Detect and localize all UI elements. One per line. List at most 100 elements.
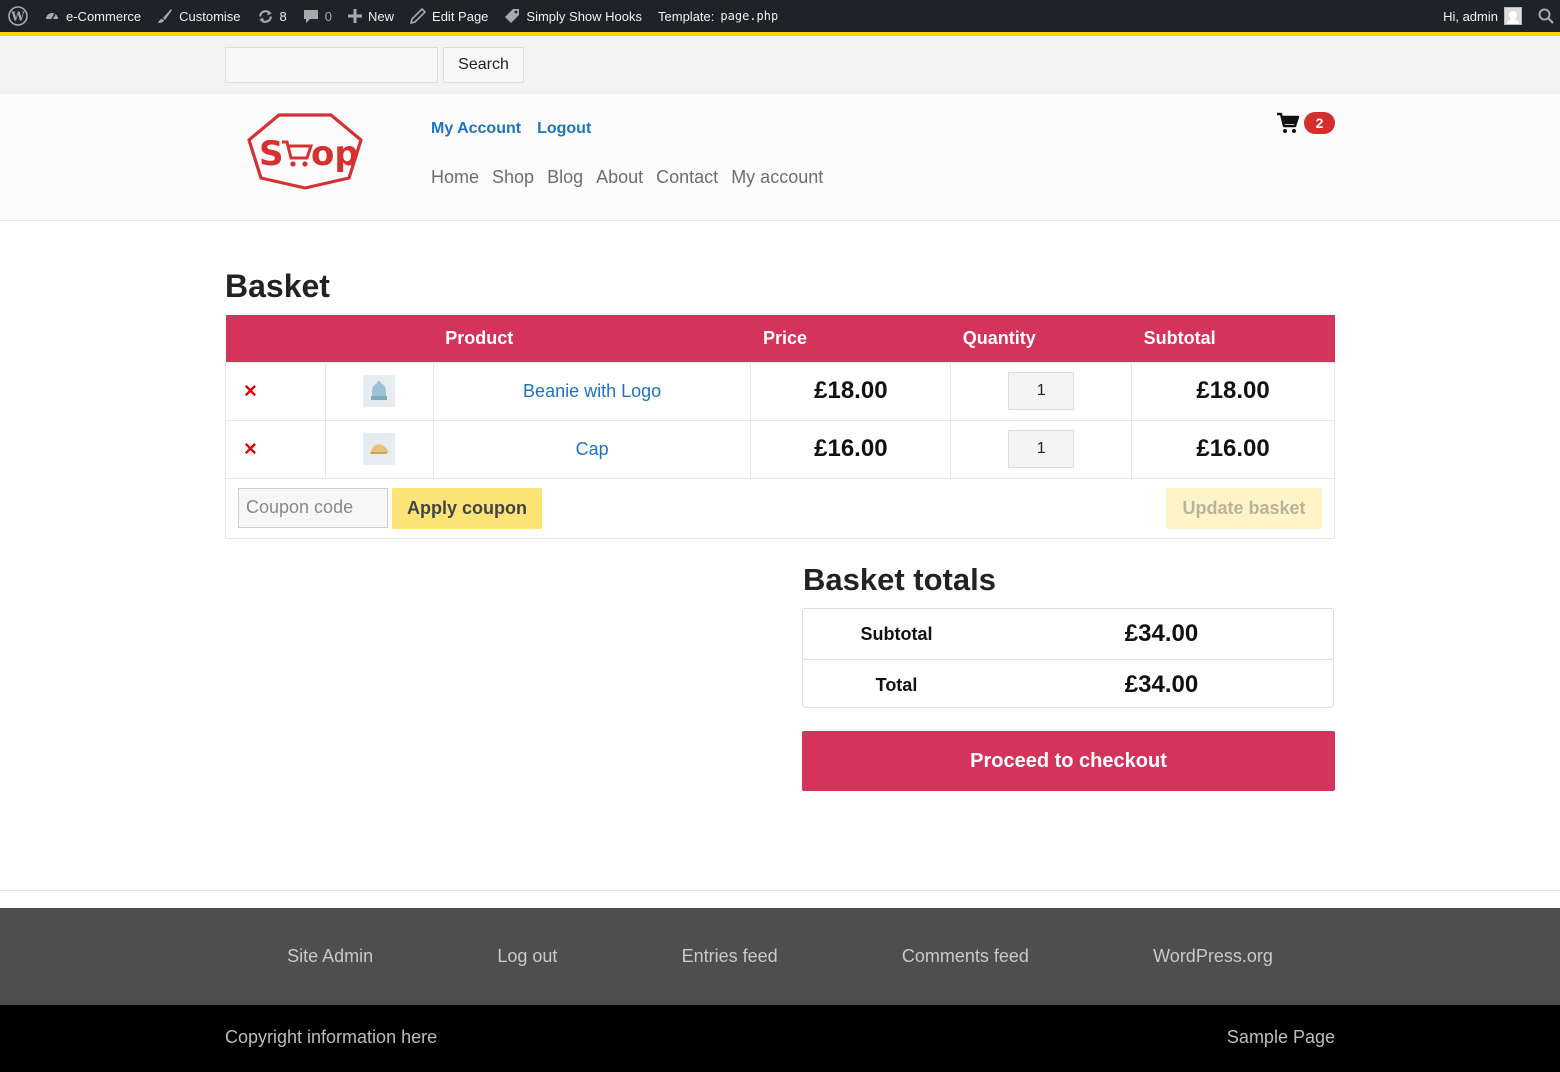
- total-label: Total: [875, 674, 918, 695]
- footer-bottom-bar: Copyright information here Sample Page: [0, 1005, 1560, 1072]
- item-subtotal: £18.00: [1196, 377, 1270, 404]
- basket-totals-table: Subtotal £34.00 Total £34.00: [802, 608, 1334, 708]
- pencil-icon: [410, 8, 427, 24]
- product-link[interactable]: Cap: [576, 439, 609, 459]
- footer-link-entries-feed[interactable]: Entries feed: [682, 946, 778, 967]
- hooks-label: Simply Show Hooks: [526, 8, 643, 24]
- header-cart[interactable]: 2: [1276, 111, 1335, 135]
- quantity-input[interactable]: 1: [1008, 372, 1075, 410]
- wordpress-logo-button[interactable]: W: [0, 0, 36, 32]
- remove-item-button[interactable]: ×: [244, 436, 257, 461]
- simply-show-hooks-link[interactable]: Simply Show Hooks: [496, 0, 650, 32]
- coupon-code-input[interactable]: Coupon code: [238, 487, 388, 528]
- nav-blog[interactable]: Blog: [547, 167, 583, 188]
- tag-icon: [505, 9, 520, 23]
- page-title: Basket: [225, 268, 330, 304]
- footer-link-comments-feed[interactable]: Comments feed: [902, 946, 1029, 967]
- total-value: £34.00: [1124, 671, 1199, 698]
- template-label: Template:: [658, 8, 715, 24]
- admin-bar: W e-Commerce Customise 8 0 New Edit Page…: [0, 0, 1560, 32]
- search-input[interactable]: [225, 47, 438, 83]
- dashboard-icon: [46, 13, 58, 20]
- thumbnail-cell: [324, 419, 434, 479]
- quantity-cell: 1: [950, 419, 1133, 479]
- edit-page-label: Edit Page: [432, 8, 489, 24]
- basket-actions-row: Coupon code Apply coupon Update basket: [225, 477, 1335, 539]
- nav-shop[interactable]: Shop: [492, 167, 534, 188]
- edit-page-link[interactable]: Edit Page: [402, 0, 496, 32]
- sample-page-link[interactable]: Sample Page: [1227, 1027, 1335, 1048]
- header-price: Price: [750, 315, 951, 362]
- subtotal-label: Subtotal: [860, 623, 933, 644]
- search-bar: Search: [0, 36, 1560, 94]
- proceed-to-checkout-button[interactable]: Proceed to checkout: [802, 731, 1335, 791]
- footer-meta-links: Site Admin Log out Entries feed Comments…: [225, 908, 1335, 1005]
- remove-item-button[interactable]: ×: [244, 378, 257, 403]
- logout-link[interactable]: Logout: [537, 120, 591, 138]
- table-row: × Beanie with Logo £18.00 1 £18.00: [225, 361, 1335, 421]
- comments-link[interactable]: 0: [295, 0, 340, 32]
- cart-icon: [1277, 112, 1300, 133]
- footer-link-log-out[interactable]: Log out: [497, 946, 557, 967]
- nav-contact[interactable]: Contact: [656, 167, 718, 188]
- item-price: £16.00: [814, 435, 888, 462]
- header-remove: [225, 315, 326, 362]
- cap-thumbnail[interactable]: [363, 433, 396, 465]
- quantity-input[interactable]: 1: [1008, 430, 1075, 468]
- product-link[interactable]: Beanie with Logo: [523, 381, 661, 401]
- plus-icon: [348, 9, 363, 23]
- header-quantity: Quantity: [950, 315, 1132, 362]
- logo-letter-s: S: [259, 134, 284, 174]
- site-name-label: e-Commerce: [66, 8, 142, 24]
- updates-count: 8: [279, 8, 287, 24]
- my-account-link[interactable]: My Account: [431, 120, 521, 138]
- my-account-menu[interactable]: Hi, admin: [1435, 0, 1530, 32]
- update-basket-button[interactable]: Update basket: [1166, 487, 1322, 529]
- updates-link[interactable]: 8: [249, 0, 295, 32]
- subtotal-value: £34.00: [1124, 620, 1199, 647]
- template-info[interactable]: Template: page.php: [650, 0, 786, 32]
- quantity-cell: 1: [950, 361, 1133, 421]
- customise-link[interactable]: Customise: [149, 0, 248, 32]
- price-cell: £16.00: [750, 419, 952, 479]
- site-name-link[interactable]: e-Commerce: [36, 0, 149, 32]
- customise-label: Customise: [179, 8, 241, 24]
- shop-logo[interactable]: S op: [247, 112, 363, 190]
- logo-letters-op: op: [311, 134, 359, 174]
- nav-my-account[interactable]: My account: [731, 167, 823, 188]
- comment-icon: [303, 10, 318, 23]
- product-name-cell: Beanie with Logo: [432, 361, 752, 421]
- avatar: [1504, 7, 1522, 25]
- actions-cell: Coupon code Apply coupon Update basket: [225, 477, 1335, 539]
- footer-divider: [0, 890, 1560, 891]
- subtotal-row: Subtotal £34.00: [803, 609, 1333, 659]
- subtotal-cell: £16.00: [1131, 419, 1335, 479]
- search-button[interactable]: Search: [443, 47, 524, 83]
- table-row: × Cap £16.00 1 £16.00: [225, 419, 1335, 479]
- footer-link-wordpress-org[interactable]: WordPress.org: [1153, 946, 1273, 967]
- apply-coupon-button[interactable]: Apply coupon: [392, 487, 542, 529]
- site-header: S op My Account Logout Home Shop Blog Ab…: [0, 94, 1560, 221]
- logo-cart-icon: [282, 140, 314, 167]
- item-subtotal: £16.00: [1196, 435, 1270, 462]
- main-navigation: Home Shop Blog About Contact My account: [431, 167, 823, 188]
- product-name-cell: Cap: [432, 419, 752, 479]
- new-content-link[interactable]: New: [340, 0, 402, 32]
- remove-cell: ×: [225, 361, 326, 421]
- footer-link-site-admin[interactable]: Site Admin: [287, 946, 373, 967]
- nav-home[interactable]: Home: [431, 167, 479, 188]
- cap-image: [370, 444, 390, 454]
- footer-widgets: Site Admin Log out Entries feed Comments…: [0, 908, 1560, 1005]
- svg-text:W: W: [10, 10, 25, 24]
- template-file: page.php: [720, 9, 779, 23]
- header-product: Product: [433, 315, 751, 362]
- header-thumbnail: [325, 315, 434, 362]
- basket-table: Product Price Quantity Subtotal × Beanie…: [225, 315, 1335, 539]
- item-price: £18.00: [814, 377, 888, 404]
- nav-about[interactable]: About: [596, 167, 643, 188]
- beanie-thumbnail[interactable]: [363, 375, 396, 407]
- table-header-row: Product Price Quantity Subtotal: [225, 315, 1335, 362]
- price-cell: £18.00: [750, 361, 952, 421]
- admin-search-button[interactable]: [1530, 0, 1560, 32]
- cart-count-badge: 2: [1304, 112, 1335, 134]
